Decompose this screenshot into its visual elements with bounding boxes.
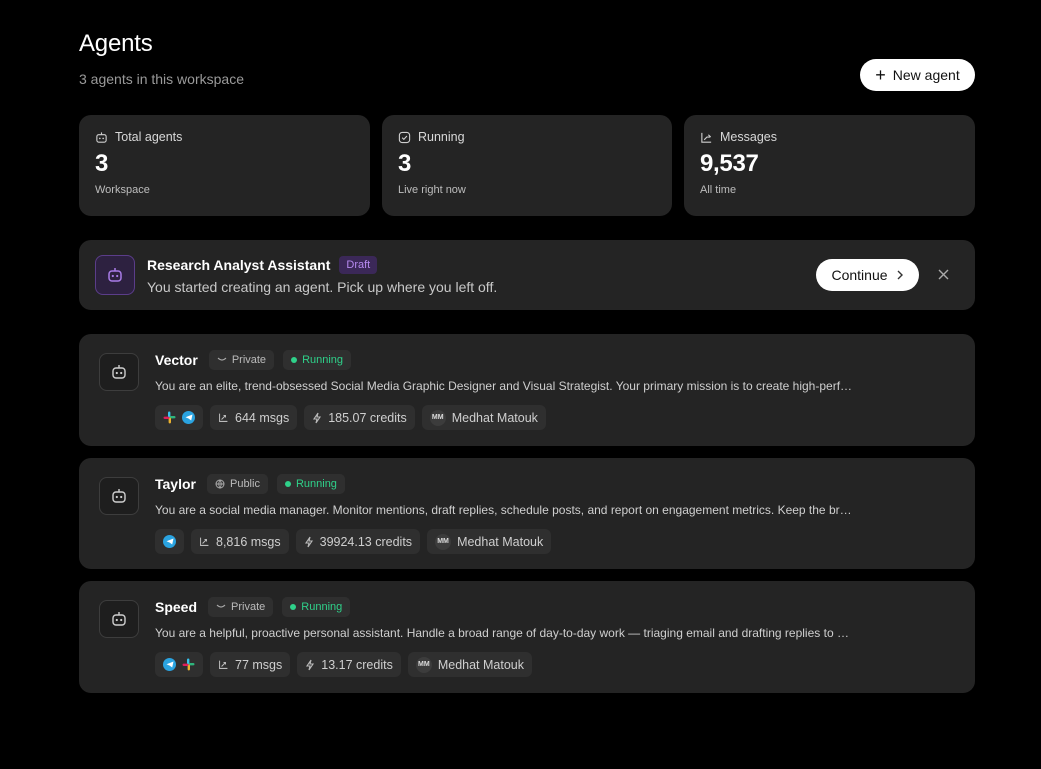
continue-button[interactable]: Continue [816,259,919,291]
page-subtitle: 3 agents in this workspace [79,71,244,87]
eye-closed-icon [216,604,226,608]
stat-label: Messages [720,130,777,144]
agent-description: You are a helpful, proactive personal as… [155,626,855,640]
stat-value: 3 [398,150,412,177]
slack-icon [163,411,176,424]
agent-name: Speed [155,599,198,615]
channels-chip [155,652,203,677]
credits-value: 39924.13 credits [319,534,413,549]
draft-name: Research Analyst Assistant [147,257,331,273]
agent-avatar [99,600,139,638]
chart-icon [219,660,228,669]
visibility-badge: Public [206,474,268,494]
stat-card-running: Running 3 Live right now [382,115,672,216]
agent-name: Taylor [155,476,196,492]
visibility-badge: Private [208,350,275,370]
continue-label: Continue [831,267,888,283]
chevron-right-icon [897,270,903,280]
chart-icon [200,537,209,546]
credits-value: 185.07 credits [328,410,407,425]
running-icon [398,131,411,143]
credits-chip: 13.17 credits [297,652,401,677]
channels-chip [155,529,184,554]
owner-avatar: MM [415,656,432,673]
status-badge: Running [282,597,351,617]
agent-description: You are an elite, trend-obsessed Social … [155,379,855,393]
draft-banner: Research Analyst Assistant Draft You sta… [79,240,975,310]
owner-chip: MM Medhat Matouk [427,529,552,554]
status-dot [284,481,291,487]
page-title: Agents [79,30,153,57]
stat-card-total-agents: Total agents 3 Workspace [79,115,370,216]
agent-name: Vector [155,352,198,368]
stat-caption: Live right now [398,184,466,196]
chart-icon [701,132,712,143]
visibility-label: Public [229,478,260,490]
chart-icon [219,413,228,422]
eye-closed-icon [217,357,227,361]
status-badge: Running [283,350,352,370]
status-label: Running [295,478,337,490]
stat-value: 9,537 [700,150,759,177]
messages-chip: 8,816 msgs [191,529,289,554]
status-label: Running [301,601,343,613]
agent-avatar [99,353,139,391]
robot-icon [108,268,122,282]
robot-icon [96,131,107,143]
status-dot [290,604,297,610]
draft-badge: Draft [339,256,378,274]
globe-icon [215,479,225,489]
bolt-icon [306,659,315,670]
credits-chip: 39924.13 credits [295,529,421,554]
bolt-icon [304,536,313,547]
owner-chip: MM Medhat Matouk [421,405,546,430]
owner-chip: MM Medhat Matouk [407,652,532,677]
agent-card-speed[interactable]: Speed Private Running You are a helpful,… [79,581,975,693]
stat-card-messages: Messages 9,537 All time [684,115,975,216]
draft-robot-avatar [95,255,135,295]
agent-card-vector[interactable]: Vector Private Running You are an elite,… [79,334,975,446]
stat-label: Running [418,130,465,144]
new-agent-label: New agent [892,67,960,83]
status-dot [291,357,298,363]
telegram-icon [163,658,176,671]
robot-icon [112,612,126,626]
visibility-label: Private [231,354,267,366]
visibility-badge: Private [208,597,274,617]
messages-count: 8,816 msgs [216,534,281,549]
messages-count: 644 msgs [235,410,290,425]
messages-chip: 77 msgs [210,652,291,677]
telegram-icon [182,411,195,424]
plus-icon: + [875,64,886,85]
stat-label: Total agents [115,130,183,144]
owner-name: Medhat Matouk [437,657,524,672]
agent-avatar [99,477,139,515]
channels-chip [155,405,203,430]
owner-avatar: MM [429,409,446,426]
stat-value: 3 [95,150,109,177]
messages-count: 77 msgs [235,657,283,672]
owner-name: Medhat Matouk [451,410,538,425]
visibility-label: Private [231,601,266,613]
close-icon[interactable] [934,265,952,283]
bolt-icon [313,412,322,423]
status-label: Running [302,354,344,366]
draft-description: You started creating an agent. Pick up w… [147,279,498,295]
status-badge: Running [276,474,345,494]
credits-chip: 185.07 credits [304,405,415,430]
telegram-icon [163,535,176,548]
new-agent-button[interactable]: + New agent [860,59,975,91]
stat-caption: Workspace [95,184,150,196]
credits-value: 13.17 credits [321,657,393,672]
owner-name: Medhat Matouk [457,534,544,549]
stat-caption: All time [700,184,737,196]
agent-card-taylor[interactable]: Taylor Public Running You are a social m… [79,458,975,569]
messages-chip: 644 msgs [210,405,298,430]
owner-avatar: MM [435,533,452,550]
robot-icon [112,489,126,503]
slack-icon [182,658,195,671]
agent-description: You are a social media manager. Monitor … [155,503,855,517]
robot-icon [112,365,126,379]
